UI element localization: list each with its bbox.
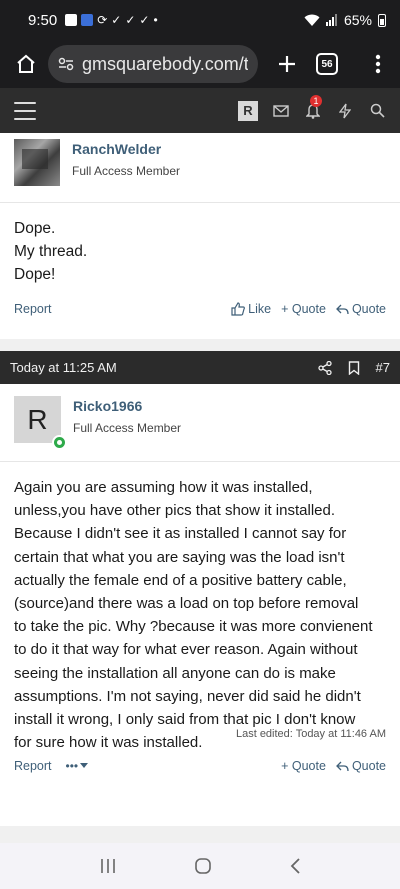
reply-icon [336, 304, 349, 314]
reply-button[interactable]: Quote [336, 759, 386, 773]
post-text-line: (source)and there was a load on top befo… [14, 595, 359, 613]
username-link[interactable]: RanchWelder [72, 141, 180, 157]
more-notifications-icon: • [153, 13, 158, 27]
reply-label: Quote [351, 759, 386, 773]
bookmark-icon[interactable] [348, 360, 360, 375]
battery-percent: 65% [343, 12, 372, 28]
post-text-line: to take the pic. Why ?because it was mor… [14, 618, 373, 636]
reply-icon [336, 761, 349, 771]
site-navbar: R 1 [0, 88, 400, 133]
new-tab-button[interactable] [272, 49, 302, 79]
post-text-line: seeing the installation all anyone can d… [14, 664, 336, 682]
check-notification-icon: ✓ [125, 13, 136, 27]
post-text-line: unless,you have other pics that show it … [14, 502, 336, 520]
hamburger-menu-icon[interactable] [14, 101, 36, 120]
post-user-row: RanchWelder Full Access Member [0, 133, 400, 203]
tab-switcher-button[interactable]: 56 [316, 53, 338, 75]
post-timestamp[interactable]: Today at 11:25 AM [10, 360, 117, 375]
report-link[interactable]: Report [14, 759, 52, 773]
post-card: RanchWelder Full Access Member Dope. My … [0, 133, 400, 339]
thumbs-up-icon [231, 302, 246, 316]
username-link[interactable]: Ricko1966 [73, 398, 181, 414]
post-text-line: Dope! [14, 266, 56, 283]
post-actions: Report Like + Quote Quote [0, 291, 400, 327]
online-status-icon [52, 435, 67, 450]
post-body: Again you are assuming how it was instal… [0, 462, 400, 751]
quote-button[interactable]: + Quote [281, 302, 326, 316]
post-text-line: Because I didn't see it as installed I c… [14, 525, 347, 543]
account-avatar[interactable]: R [238, 100, 258, 121]
post-text-line: assumptions. I'm not saying, never did s… [14, 687, 361, 705]
browser-menu-button[interactable] [366, 49, 390, 79]
like-button[interactable]: Like [231, 302, 271, 316]
home-circle-icon[interactable] [194, 857, 212, 875]
more-options-button[interactable]: ••• [66, 759, 89, 773]
status-time: 9:50 [28, 11, 58, 29]
alerts-badge: 1 [310, 94, 322, 107]
avatar-letter: R [27, 403, 48, 435]
battery-icon [378, 13, 386, 27]
status-bar: 9:50 ⟳ ✓ ✓ ✓ • 65% [0, 0, 400, 40]
alerts-button[interactable]: 1 [304, 94, 322, 120]
notification-icons: ⟳ ✓ ✓ ✓ • [65, 13, 158, 27]
back-icon[interactable] [289, 857, 301, 875]
system-navigation-bar [0, 843, 400, 889]
post-text-line: Dope. [14, 220, 56, 237]
reply-button[interactable]: Quote [336, 302, 386, 316]
user-title: Full Access Member [72, 164, 181, 178]
caret-down-icon [80, 763, 89, 768]
inbox-button[interactable] [272, 102, 290, 120]
wifi-icon [304, 14, 320, 26]
search-button[interactable] [368, 102, 386, 120]
envelope-icon [273, 104, 289, 117]
post-text-line: Again you are assuming how it was instal… [14, 479, 313, 496]
recent-apps-icon[interactable] [99, 858, 117, 874]
user-avatar[interactable] [14, 139, 60, 186]
plus-icon [279, 56, 295, 72]
post-text-line: My thread. [14, 243, 88, 260]
sync-notification-icon: ⟳ [97, 13, 108, 27]
like-label: Like [248, 302, 272, 316]
post-card: R Ricko1966 Full Access Member Again you… [0, 384, 400, 826]
share-icon[interactable] [317, 360, 332, 375]
search-icon [370, 103, 385, 118]
post-body: Dope. My thread. Dope! [0, 203, 400, 291]
url-text: gmsquarebody.com/th [82, 53, 248, 74]
user-avatar[interactable]: R [14, 396, 67, 450]
home-icon [17, 54, 35, 73]
home-button[interactable] [10, 48, 42, 80]
message-notification-icon [65, 14, 78, 26]
address-bar[interactable]: gmsquarebody.com/th [48, 45, 258, 83]
check-notification-icon: ✓ [139, 13, 150, 27]
signal-icon [325, 14, 337, 26]
lightning-icon [339, 103, 351, 118]
post-header-bar: Today at 11:25 AM #7 [0, 351, 400, 384]
whats-new-button[interactable] [336, 102, 354, 120]
site-settings-icon[interactable] [58, 57, 74, 71]
report-link[interactable]: Report [14, 302, 52, 316]
check-notification-icon: ✓ [111, 13, 122, 27]
user-title: Full Access Member [73, 421, 182, 435]
post-number-link[interactable]: #7 [376, 360, 390, 375]
reply-label: Quote [351, 302, 386, 316]
kebab-menu-icon [375, 54, 381, 74]
more-options-label: ••• [65, 759, 79, 773]
quote-button[interactable]: + Quote [281, 759, 326, 773]
post-text-line: to do it that way for what ever reason. … [14, 641, 358, 659]
post-text-line: certain that what you are saying was the… [14, 548, 345, 566]
browser-toolbar: gmsquarebody.com/th 56 [0, 40, 400, 88]
post-user-row: R Ricko1966 Full Access Member [0, 384, 400, 462]
calendar-notification-icon [81, 14, 94, 26]
post-text-line: actually the female end of a positive ba… [14, 571, 347, 589]
